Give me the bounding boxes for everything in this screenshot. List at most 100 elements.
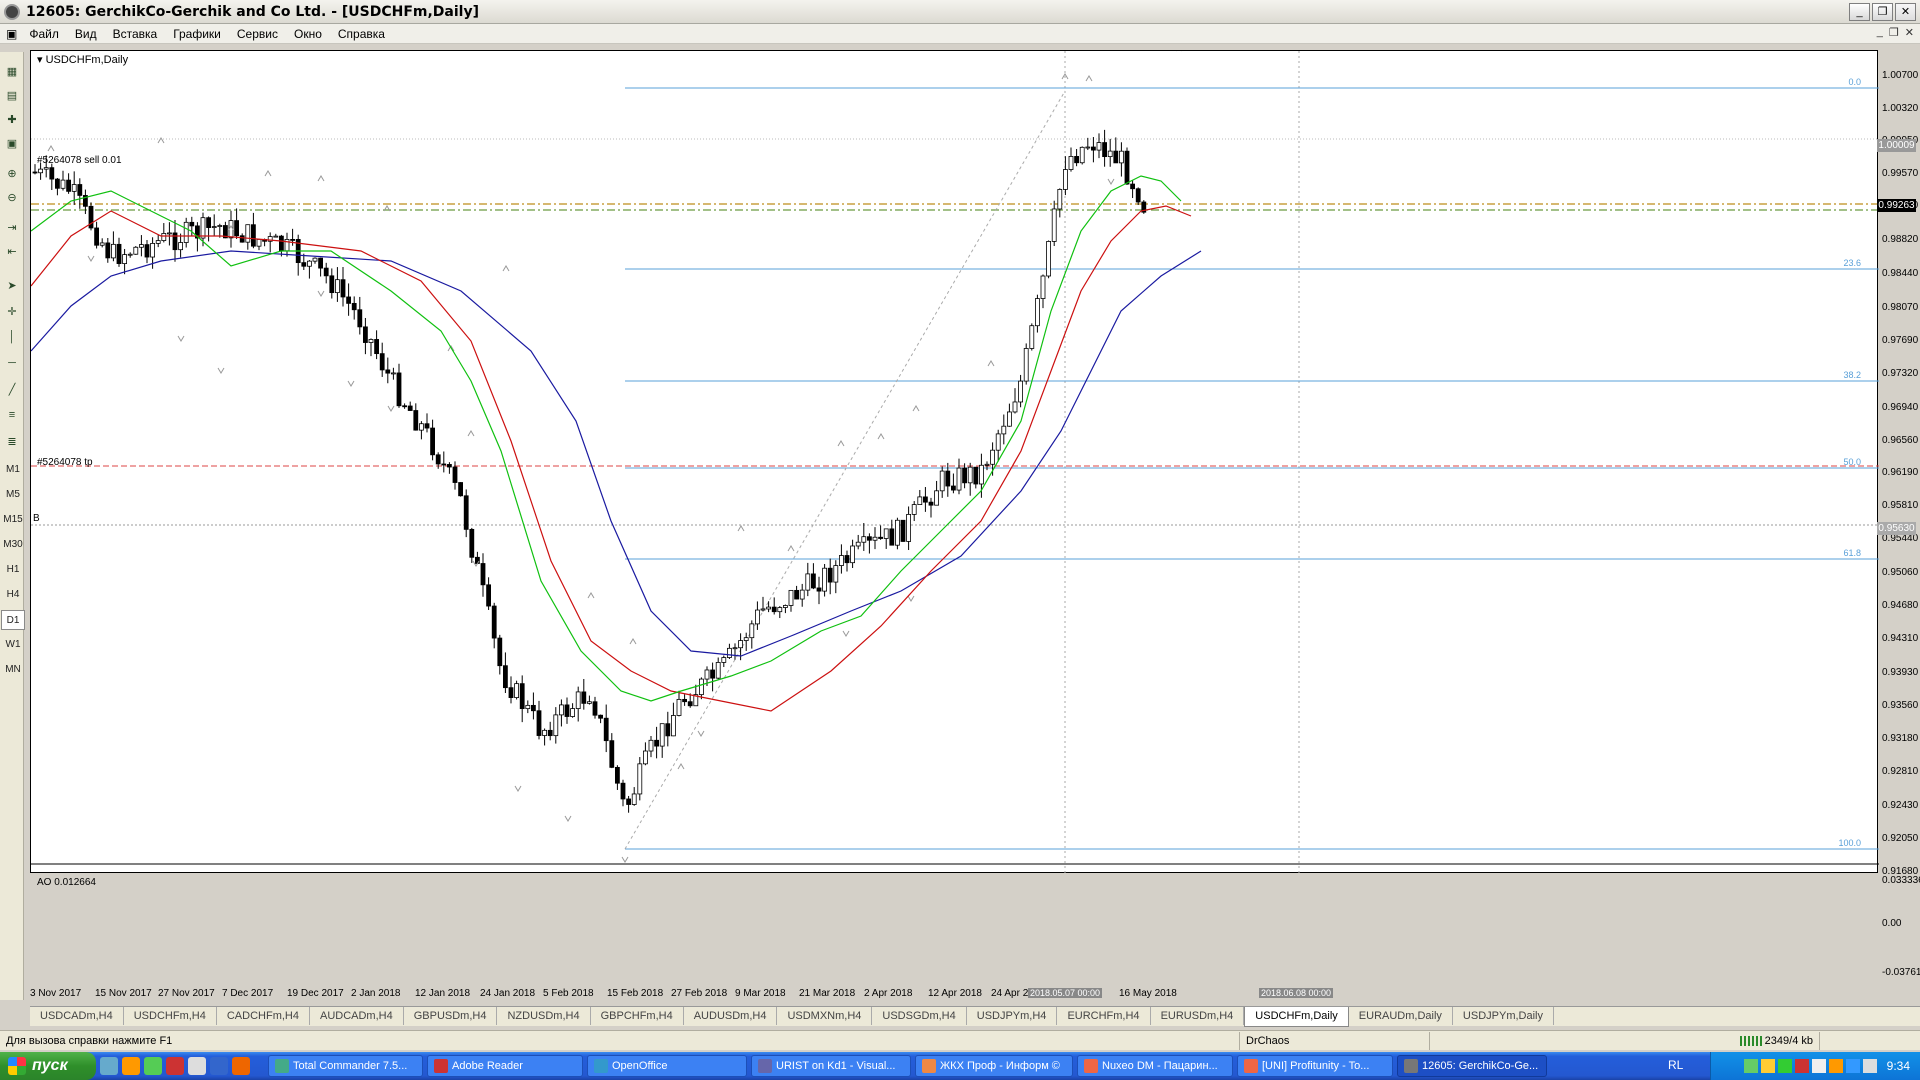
timeframe-h4[interactable]: H4: [1, 585, 25, 605]
candle-body: [973, 466, 979, 485]
chart-tab[interactable]: USDCADm,H4: [30, 1007, 124, 1025]
chart-tab[interactable]: EURUSDm,H4: [1151, 1007, 1245, 1025]
price-tick-label: 0.92430: [1882, 800, 1919, 811]
minimize-button[interactable]: _: [1849, 3, 1870, 21]
candle-body: [1063, 169, 1068, 190]
candle-body: [502, 665, 508, 689]
candle-body: [934, 490, 939, 506]
chart-tab[interactable]: NZDUSDm,H4: [497, 1007, 591, 1025]
add-icon[interactable]: ✚: [3, 110, 21, 128]
chart-tab[interactable]: GBPCHFm,H4: [591, 1007, 684, 1025]
language-indicator[interactable]: RL: [1668, 1058, 1683, 1072]
taskbar-task[interactable]: 12605: GerchikCo-Ge...: [1397, 1055, 1547, 1077]
chart-tab[interactable]: USDJPYm,H4: [967, 1007, 1058, 1025]
candle-body: [917, 496, 923, 505]
fibonacci-icon[interactable]: ≣: [3, 432, 21, 450]
chart-tab[interactable]: USDCHFm,H4: [124, 1007, 217, 1025]
folder-icon[interactable]: ▤: [3, 86, 21, 104]
chart-tab[interactable]: EURCHFm,H4: [1057, 1007, 1151, 1025]
timeframe-h1[interactable]: H1: [1, 560, 25, 580]
quicklaunch-folder-icon[interactable]: [122, 1057, 140, 1075]
timeframe-m30[interactable]: M30: [1, 535, 25, 555]
crosshair-icon[interactable]: ✛: [3, 302, 21, 320]
quicklaunch-ie-icon[interactable]: [100, 1057, 118, 1075]
candle-body: [615, 766, 620, 784]
chart-new-icon[interactable]: ▦: [3, 62, 21, 80]
candle-body: [654, 739, 659, 747]
menu-tools[interactable]: Сервис: [229, 27, 286, 41]
zoom-out-icon[interactable]: ⊖: [3, 188, 21, 206]
fractal-marker: [467, 430, 475, 437]
taskbar-task[interactable]: Total Commander 7.5...: [268, 1055, 423, 1077]
chart-tab[interactable]: USDMXNm,H4: [777, 1007, 873, 1025]
candle-body: [1012, 401, 1018, 413]
start-label: пуск: [32, 1057, 68, 1074]
timeframe-w1[interactable]: W1: [1, 635, 25, 655]
chart-tab[interactable]: AUDUSDm,H4: [684, 1007, 778, 1025]
fractal-marker: [587, 592, 595, 599]
chart-tab[interactable]: USDSGDm,H4: [872, 1007, 967, 1025]
chart-tab[interactable]: EURAUDm,Daily: [1349, 1007, 1453, 1025]
candle-body: [441, 463, 447, 466]
candle-body: [133, 246, 139, 255]
vertical-line-icon[interactable]: │: [3, 328, 21, 346]
horizontal-line-icon[interactable]: ─: [3, 354, 21, 372]
cursor-icon[interactable]: ➤: [3, 276, 21, 294]
price-chart[interactable]: 0.0 23.6 38.2 50.0 61.8 100.0: [31, 51, 1879, 874]
menu-window[interactable]: Окно: [286, 27, 330, 41]
mdi-minimize-button[interactable]: _: [1877, 26, 1883, 39]
zoom-in-icon[interactable]: ⊕: [3, 164, 21, 182]
menu-insert[interactable]: Вставка: [105, 27, 166, 41]
chart-tab[interactable]: GBPUSDm,H4: [404, 1007, 498, 1025]
taskbar-task[interactable]: URIST on Kd1 - Visual...: [751, 1055, 911, 1077]
candle-body: [245, 224, 251, 243]
chart-tab[interactable]: USDCHFm,Daily: [1244, 1007, 1349, 1027]
chart-shift-icon[interactable]: ⇥: [3, 218, 21, 236]
start-button[interactable]: пуск: [0, 1052, 96, 1080]
chart-tab[interactable]: AUDCADm,H4: [310, 1007, 404, 1025]
task-app-icon: [1404, 1059, 1418, 1073]
close-button[interactable]: ✕: [1895, 3, 1916, 21]
mdi-close-button[interactable]: ✕: [1905, 26, 1914, 39]
menu-charts[interactable]: Графики: [165, 27, 229, 41]
candle-body: [508, 687, 514, 698]
quicklaunch-app-icon[interactable]: [166, 1057, 184, 1075]
quicklaunch-gear-icon[interactable]: [144, 1057, 162, 1075]
quicklaunch-ps-icon[interactable]: [210, 1057, 228, 1075]
chart-panel[interactable]: 0.0 23.6 38.2 50.0 61.8 100.0 ▾ USDCHFm,Daily…: [30, 50, 1879, 888]
menu-file[interactable]: Файл: [21, 27, 67, 41]
quicklaunch-firefox-icon[interactable]: [232, 1057, 250, 1075]
candle-body: [116, 243, 122, 264]
fractal-marker: [787, 545, 795, 552]
taskbar-task[interactable]: OpenOffice: [587, 1055, 747, 1077]
restore-button[interactable]: ❐: [1872, 3, 1893, 21]
timeframe-m5[interactable]: M5: [1, 485, 25, 505]
autoscroll-icon[interactable]: ⇤: [3, 242, 21, 260]
task-app-icon: [434, 1059, 448, 1073]
taskbar-task[interactable]: ЖКХ Проф - Информ ©: [915, 1055, 1073, 1077]
quicklaunch-doc-icon[interactable]: [188, 1057, 206, 1075]
taskbar-task[interactable]: Nuxeo DM - Пацарин...: [1077, 1055, 1233, 1077]
timeframe-m1[interactable]: M1: [1, 460, 25, 480]
taskbar-task[interactable]: [UNI] Profitunity - To...: [1237, 1055, 1393, 1077]
channel-icon[interactable]: ≡: [3, 406, 21, 424]
connection-icon: [1739, 1035, 1762, 1046]
chart-tab[interactable]: USDJPYm,Daily: [1453, 1007, 1554, 1025]
menu-help[interactable]: Справка: [330, 27, 393, 41]
task-app-icon: [594, 1059, 608, 1073]
candle-body: [542, 729, 548, 736]
window-icon[interactable]: ▣: [3, 134, 21, 152]
menu-view[interactable]: Вид: [67, 27, 105, 41]
candle-body: [911, 504, 917, 515]
timeframe-d1[interactable]: D1: [1, 610, 25, 630]
candle-body: [318, 257, 324, 269]
chart-tab[interactable]: CADCHFm,H4: [217, 1007, 310, 1025]
timeframe-mn[interactable]: MN: [1, 660, 25, 680]
timeframe-m15[interactable]: M15: [1, 510, 25, 530]
candle-body: [306, 260, 312, 267]
candle-body: [407, 405, 413, 411]
mdi-restore-button[interactable]: ❐: [1889, 26, 1899, 39]
taskbar-task[interactable]: Adobe Reader: [427, 1055, 583, 1077]
trendline-icon[interactable]: ╱: [3, 380, 21, 398]
candle-body: [200, 217, 206, 239]
